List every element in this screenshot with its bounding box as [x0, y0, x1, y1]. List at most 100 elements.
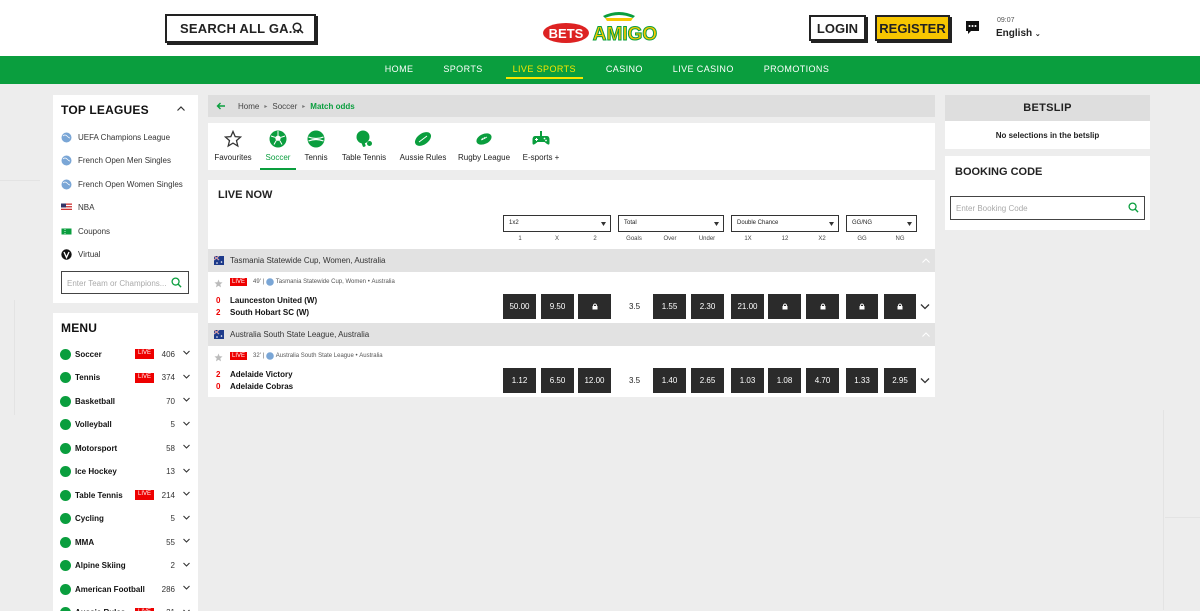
- basketball-icon: [60, 395, 71, 407]
- market-select-gg-ng[interactable]: GG/NG: [846, 215, 917, 232]
- chat-icon[interactable]: [965, 20, 980, 35]
- breadcrumb-home[interactable]: Home: [238, 102, 259, 111]
- chevron-down-icon[interactable]: [183, 396, 190, 403]
- away-team[interactable]: Adelaide Cobras: [230, 382, 293, 391]
- league-item[interactable]: UEFA Champions League: [61, 132, 170, 143]
- market-select-1x2[interactable]: 1x2: [503, 215, 611, 232]
- nav-promotions[interactable]: PROMOTIONS: [749, 56, 845, 84]
- live-now-title: LIVE NOW: [218, 189, 273, 201]
- menu-item-basketball[interactable]: Basketball 70: [60, 394, 192, 408]
- chevron-down-icon[interactable]: [183, 514, 190, 521]
- chevron-down-icon[interactable]: [183, 420, 190, 427]
- league-header[interactable]: Australia South State League, Australia: [208, 323, 935, 346]
- sport-tab-favourites[interactable]: Favourites: [213, 123, 253, 170]
- odd-button[interactable]: 6.50: [541, 368, 574, 393]
- chevron-up-icon[interactable]: [922, 258, 930, 263]
- league-item[interactable]: Coupons: [61, 226, 110, 237]
- sport-tab-rugby-league[interactable]: Rugby League: [456, 123, 512, 170]
- usa-flag-icon: [61, 203, 72, 212]
- chevron-down-icon[interactable]: [920, 377, 930, 384]
- menu-item-aussie-rules[interactable]: Aussie RulesLIVE21: [60, 606, 192, 611]
- menu-item-cycling[interactable]: Cycling 5: [60, 512, 192, 526]
- league-item[interactable]: French Open Men Singles: [61, 155, 171, 166]
- breadcrumb-soccer[interactable]: Soccer: [272, 102, 297, 111]
- odd-button[interactable]: 1.40: [653, 368, 686, 393]
- odd-button[interactable]: 2.65: [691, 368, 724, 393]
- league-item[interactable]: French Open Women Singles: [61, 179, 183, 190]
- booking-code-input[interactable]: Enter Booking Code: [950, 196, 1145, 220]
- sport-tab-aussie-rules[interactable]: Aussie Rules: [397, 123, 449, 170]
- odd-button[interactable]: 2.30: [691, 294, 724, 319]
- odd-button[interactable]: 50.00: [503, 294, 536, 319]
- menu-item-tennis[interactable]: Tennis LIVE 374: [60, 371, 192, 385]
- chevron-up-icon[interactable]: [922, 332, 930, 337]
- menu-item-volleyball[interactable]: Volleyball 5: [60, 418, 192, 432]
- nav-live-casino[interactable]: LIVE CASINO: [658, 56, 749, 84]
- chevron-down-icon[interactable]: [183, 373, 190, 380]
- menu-item-ice-hockey[interactable]: Ice Hockey 13: [60, 465, 192, 479]
- chevron-up-icon[interactable]: [177, 106, 185, 111]
- chevron-down-icon[interactable]: [920, 303, 930, 310]
- chevron-down-icon[interactable]: [183, 537, 190, 544]
- odd-button[interactable]: 1.08: [768, 368, 801, 393]
- table-tennis-icon: [60, 489, 71, 501]
- odd-button[interactable]: 1.33: [846, 368, 878, 393]
- column-header: Goals: [626, 236, 642, 242]
- away-team[interactable]: South Hobart SC (W): [230, 308, 309, 317]
- menu-item-soccer[interactable]: Soccer LIVE 406: [60, 347, 192, 361]
- team-search-input[interactable]: Enter Team or Champions...: [61, 271, 189, 294]
- chevron-down-icon[interactable]: [183, 608, 190, 611]
- sport-tab-table-tennis[interactable]: Table Tennis: [339, 123, 389, 170]
- odd-button[interactable]: 1.03: [731, 368, 764, 393]
- menu-item-table-tennis[interactable]: Table Tennis LIVE 214: [60, 488, 192, 502]
- language-selector[interactable]: English ⌄: [996, 28, 1041, 39]
- chevron-down-icon[interactable]: [183, 443, 190, 450]
- sport-tab-esports[interactable]: E-sports +: [520, 123, 562, 170]
- live-badge: LIVE: [135, 349, 154, 359]
- column-header: Over: [663, 236, 677, 242]
- search-all-games-button[interactable]: SEARCH ALL GA...: [165, 14, 316, 43]
- chevron-down-icon[interactable]: [183, 467, 190, 474]
- chevron-down-icon[interactable]: [183, 490, 190, 497]
- favourite-star-icon[interactable]: [214, 353, 223, 362]
- betsamigo-logo[interactable]: BETS AMIGO: [541, 6, 661, 46]
- home-team[interactable]: Launceston United (W): [230, 296, 317, 305]
- market-select-double-chance[interactable]: Double Chance: [731, 215, 839, 232]
- odd-button[interactable]: 12.00: [578, 368, 611, 393]
- menu-item-label: Basketball: [75, 396, 116, 406]
- odd-button[interactable]: 1.12: [503, 368, 536, 393]
- sport-tab-soccer[interactable]: Soccer: [260, 123, 296, 170]
- league-header[interactable]: Tasmania Statewide Cup, Women, Australia: [208, 249, 935, 272]
- odd-button[interactable]: 21.00: [731, 294, 764, 319]
- event-count: 406: [161, 349, 175, 359]
- live-badge: LIVE: [230, 278, 248, 286]
- league-item[interactable]: Virtual: [61, 249, 101, 260]
- league-item[interactable]: NBA: [61, 202, 94, 213]
- odd-value: 1.40: [661, 376, 678, 385]
- nav-live-sports[interactable]: LIVE SPORTS: [498, 56, 591, 84]
- nav-home[interactable]: HOME: [370, 56, 429, 84]
- market-select-total[interactable]: Total: [618, 215, 724, 232]
- chevron-down-icon[interactable]: [183, 349, 190, 356]
- menu-item-mma[interactable]: MMA 55: [60, 535, 192, 549]
- chevron-down-icon[interactable]: [183, 561, 190, 568]
- register-button[interactable]: REGISTER: [875, 15, 950, 41]
- home-team[interactable]: Adelaide Victory: [230, 370, 293, 379]
- menu-item-american-football[interactable]: American Football 286: [60, 582, 192, 596]
- chevron-down-icon[interactable]: [183, 584, 190, 591]
- odd-button[interactable]: 1.55: [653, 294, 686, 319]
- menu-item-alpine-skiing[interactable]: Alpine Skiing 2: [60, 559, 192, 573]
- sport-tab-tennis[interactable]: Tennis: [302, 123, 330, 170]
- menu-item-label: Tennis: [75, 373, 101, 382]
- nav-sports[interactable]: SPORTS: [428, 56, 497, 84]
- odd-button[interactable]: 9.50: [541, 294, 574, 319]
- favourite-star-icon[interactable]: [214, 279, 223, 288]
- odd-button[interactable]: 4.70: [806, 368, 839, 393]
- menu-item-motorsport[interactable]: Motorsport 58: [60, 441, 192, 455]
- menu-item-label: American Football: [75, 584, 145, 594]
- nav-casino[interactable]: CASINO: [591, 56, 658, 84]
- odd-button[interactable]: 2.95: [884, 368, 916, 393]
- login-button[interactable]: LOGIN: [809, 15, 866, 41]
- back-arrow-icon[interactable]: [216, 101, 226, 111]
- globe-icon: [265, 352, 274, 360]
